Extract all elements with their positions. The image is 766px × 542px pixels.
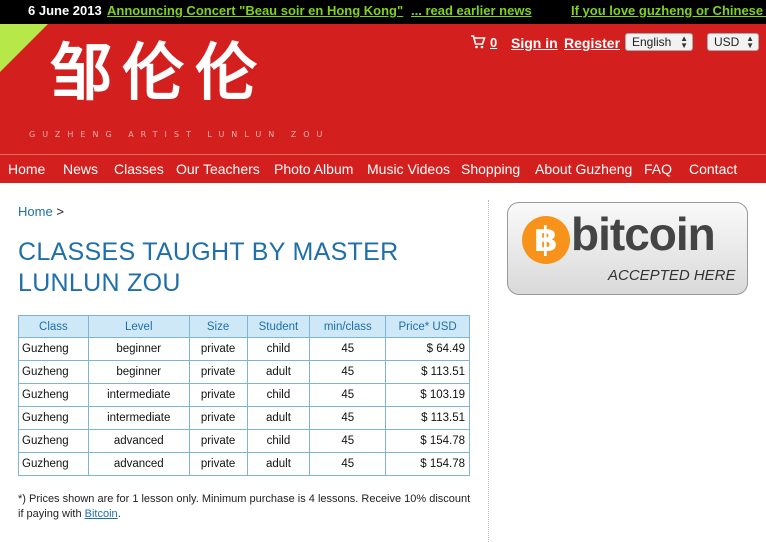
- col-header-size: Size: [188, 315, 248, 338]
- col-header-level: Level: [87, 315, 190, 338]
- cell-size: private: [188, 383, 248, 407]
- breadcrumb-home[interactable]: Home: [18, 204, 53, 219]
- col-header-price: Price* USD: [385, 315, 470, 338]
- cell-level: intermediate: [87, 383, 190, 407]
- cell-class: Guzheng: [18, 406, 89, 430]
- cell-size: private: [188, 406, 248, 430]
- table-row: Guzheng intermediate private adult 45 $ …: [18, 406, 470, 430]
- nav-about-guzheng[interactable]: About Guzheng: [535, 161, 632, 177]
- cell-size: private: [188, 337, 248, 361]
- nav-home[interactable]: Home: [8, 161, 45, 177]
- cell-minutes: 45: [309, 406, 387, 430]
- language-value: English: [632, 35, 672, 49]
- cell-size: private: [188, 360, 248, 384]
- cell-student: adult: [246, 452, 311, 476]
- nav-classes[interactable]: Classes: [114, 161, 164, 177]
- nav-shopping[interactable]: Shopping: [461, 161, 520, 177]
- breadcrumb: Home >: [18, 204, 64, 219]
- cell-minutes: 45: [309, 360, 387, 384]
- cell-size: private: [188, 452, 248, 476]
- cell-level: intermediate: [87, 406, 190, 430]
- site-header: 邹 伦 伦 GUZHENG ARTIST LUNLUN ZOU 0 Sign i…: [0, 24, 766, 154]
- ticker-link-earlier-news[interactable]: ... read earlier news: [411, 3, 532, 18]
- cell-price: $ 113.51: [385, 406, 470, 430]
- cart-icon: [471, 35, 486, 49]
- cell-student: adult: [246, 360, 311, 384]
- breadcrumb-separator: >: [56, 204, 64, 219]
- price-note-end: .: [117, 508, 121, 520]
- nav-photo-album[interactable]: Photo Album: [274, 161, 353, 177]
- news-ticker: 6 June 2013 Announcing Concert "Beau soi…: [0, 0, 766, 24]
- site-tagline: GUZHENG ARTIST LUNLUN ZOU: [29, 130, 330, 139]
- cell-class: Guzheng: [18, 360, 89, 384]
- cell-size: private: [188, 429, 248, 453]
- cell-level: advanced: [87, 452, 190, 476]
- ticker-date: 6 June 2013: [28, 3, 102, 18]
- select-arrows-icon: ▲ ▼: [680, 34, 688, 50]
- sign-in-link[interactable]: Sign in: [511, 35, 558, 51]
- main-nav: Home News Classes Our Teachers Photo Alb…: [0, 154, 766, 183]
- currency-select[interactable]: USD ▲ ▼: [707, 33, 759, 51]
- cell-price: $ 154.78: [385, 429, 470, 453]
- bitcoin-link[interactable]: Bitcoin: [85, 508, 118, 520]
- cell-class: Guzheng: [18, 452, 89, 476]
- corner-ribbon: [0, 24, 48, 72]
- logo-char-1: 邹: [50, 36, 113, 109]
- cell-price: $ 113.51: [385, 360, 470, 384]
- table-row: Guzheng advanced private child 45 $ 154.…: [18, 429, 470, 453]
- bitcoin-icon: ฿: [522, 216, 570, 264]
- cart-count: 0: [490, 35, 498, 50]
- cell-price: $ 154.78: [385, 452, 470, 476]
- bitcoin-wordmark: bitcoin: [571, 208, 716, 260]
- cell-minutes: 45: [309, 452, 387, 476]
- table-row: Guzheng intermediate private child 45 $ …: [18, 383, 470, 407]
- cell-price: $ 64.49: [385, 337, 470, 361]
- select-arrows-icon: ▲ ▼: [746, 34, 754, 50]
- table-row: Guzheng beginner private child 45 $ 64.4…: [18, 337, 470, 361]
- column-divider: [488, 200, 489, 542]
- logo-char-3: 伦: [195, 36, 258, 109]
- nav-our-teachers[interactable]: Our Teachers: [176, 161, 260, 177]
- classes-table: Class Level Size Student min/class Price…: [18, 315, 470, 476]
- cell-student: child: [246, 383, 311, 407]
- ticker-link-concert[interactable]: Announcing Concert "Beau soir en Hong Ko…: [107, 3, 403, 18]
- table-row: Guzheng beginner private adult 45 $ 113.…: [18, 360, 470, 384]
- logo-char-2: 伦: [122, 36, 185, 109]
- nav-music-videos[interactable]: Music Videos: [367, 161, 450, 177]
- nav-faq[interactable]: FAQ: [644, 161, 672, 177]
- page-title: CLASSES TAUGHT BY MASTER LUNLUN ZOU: [18, 238, 399, 297]
- cell-level: beginner: [87, 360, 190, 384]
- cart-button[interactable]: 0: [470, 35, 497, 50]
- currency-value: USD: [714, 35, 740, 49]
- col-header-min-class: min/class: [309, 315, 387, 338]
- cell-student: child: [246, 337, 311, 361]
- col-header-class: Class: [18, 315, 89, 338]
- register-link[interactable]: Register: [564, 35, 620, 51]
- bitcoin-accepted-badge: ฿ bitcoin ACCEPTED HERE: [507, 202, 748, 295]
- cell-minutes: 45: [309, 383, 387, 407]
- col-header-student: Student: [246, 315, 311, 338]
- nav-news[interactable]: News: [63, 161, 98, 177]
- cell-level: advanced: [87, 429, 190, 453]
- cell-class: Guzheng: [18, 429, 89, 453]
- cell-minutes: 45: [309, 429, 387, 453]
- cell-price: $ 103.19: [385, 383, 470, 407]
- cell-student: child: [246, 429, 311, 453]
- cell-class: Guzheng: [18, 337, 89, 361]
- cell-student: adult: [246, 406, 311, 430]
- cell-minutes: 45: [309, 337, 387, 361]
- table-header-row: Class Level Size Student min/class Price…: [18, 315, 470, 338]
- table-row: Guzheng advanced private adult 45 $ 154.…: [18, 452, 470, 476]
- language-select[interactable]: English ▲ ▼: [625, 33, 693, 51]
- bitcoin-accepted-text: ACCEPTED HERE: [608, 267, 736, 284]
- cell-level: beginner: [87, 337, 190, 361]
- nav-contact[interactable]: Contact: [689, 161, 737, 177]
- cell-class: Guzheng: [18, 383, 89, 407]
- price-note: *) Prices shown are for 1 lesson only. M…: [18, 492, 473, 522]
- ticker-link-guzheng[interactable]: If you love guzheng or Chinese mu: [571, 3, 766, 18]
